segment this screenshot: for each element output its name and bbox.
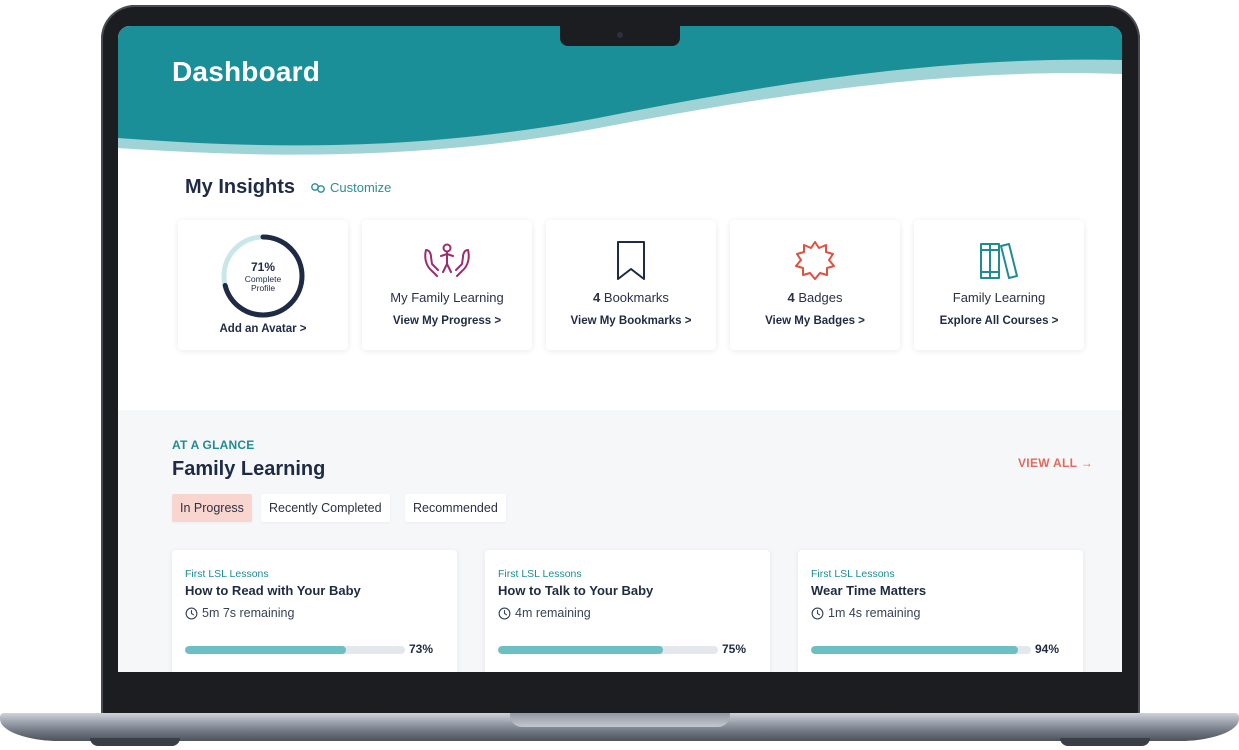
course-card[interactable]: First LSL Lessons How to Read with Your … xyxy=(172,550,457,672)
course-title: How to Talk to Your Baby xyxy=(498,583,654,598)
progress-bar xyxy=(811,646,1031,654)
family-learning-title: My Family Learning xyxy=(390,290,504,305)
books-icon xyxy=(914,240,1084,282)
course-card[interactable]: First LSL Lessons Wear Time Matters 1m 4… xyxy=(798,550,1083,672)
explore-courses-link[interactable]: Explore All Courses > xyxy=(914,315,1084,327)
course-remaining: 1m 4s remaining xyxy=(811,606,920,620)
progress-percent: 94% xyxy=(1035,642,1060,656)
progress-fill xyxy=(185,646,346,654)
courses-title: Family Learning xyxy=(952,290,1046,305)
course-kicker: First LSL Lessons xyxy=(811,568,895,580)
course-remaining: 5m 7s remaining xyxy=(185,606,294,620)
badges-count: 4 xyxy=(787,290,795,305)
profile-ring-text: 71% Complete Profile xyxy=(219,260,307,293)
progress-fill xyxy=(498,646,663,654)
clock-icon xyxy=(185,607,198,619)
badges-label: Badges xyxy=(798,290,843,305)
laptop-foot xyxy=(1060,738,1150,746)
profile-sub-label: Complete Profile xyxy=(244,274,282,293)
customize-label: Customize xyxy=(330,180,392,195)
section-title: Family Learning xyxy=(172,458,326,480)
bookmarks-count: 4 xyxy=(593,290,601,305)
bookmarks-label: Bookmarks xyxy=(603,290,669,305)
header-wave xyxy=(118,26,1122,155)
badge-icon xyxy=(730,240,900,282)
course-remaining: 4m remaining xyxy=(498,606,591,620)
at-a-glance-section: AT A GLANCE Family Learning VIEW ALL → I… xyxy=(118,410,1122,672)
tab-recently-completed[interactable]: Recently Completed xyxy=(261,494,390,522)
profile-percent: 71% xyxy=(250,260,276,274)
remaining-text: 1m 4s remaining xyxy=(828,606,921,620)
screen: Dashboard My Insights Customize 71% Comp… xyxy=(118,26,1122,672)
laptop-foot xyxy=(90,738,180,746)
courses-card[interactable]: Family Learning Explore All Courses > xyxy=(914,220,1084,350)
remaining-text: 4m remaining xyxy=(515,606,591,620)
view-all-link[interactable]: VIEW ALL → xyxy=(1018,456,1093,470)
remaining-text: 5m 7s remaining xyxy=(202,606,295,620)
clock-icon xyxy=(811,607,824,619)
tab-recommended[interactable]: Recommended xyxy=(405,494,506,522)
insights-title: My Insights xyxy=(185,176,296,198)
camera-notch xyxy=(560,26,680,46)
course-card[interactable]: First LSL Lessons How to Talk to Your Ba… xyxy=(485,550,770,672)
profile-card[interactable]: 71% Complete Profile Add an Avatar > xyxy=(178,220,348,350)
clock-icon xyxy=(498,607,511,619)
laptop-groove xyxy=(510,713,730,727)
course-title: Wear Time Matters xyxy=(811,583,927,598)
course-title: How to Read with Your Baby xyxy=(185,583,361,598)
bookmark-icon xyxy=(546,240,716,282)
progress-fill xyxy=(811,646,1018,654)
add-avatar-link[interactable]: Add an Avatar > xyxy=(178,323,348,335)
view-bookmarks-link[interactable]: View My Bookmarks > xyxy=(546,315,716,327)
badges-card[interactable]: 4 Badges View My Badges > xyxy=(730,220,900,350)
progress-bar xyxy=(185,646,405,654)
view-my-progress-link[interactable]: View My Progress > xyxy=(362,315,532,327)
tab-in-progress[interactable]: In Progress xyxy=(172,494,252,522)
page-title: Dashboard xyxy=(172,56,321,87)
bookmarks-title: 4 Bookmarks xyxy=(546,290,716,305)
progress-percent: 73% xyxy=(409,642,434,656)
family-hands-icon xyxy=(362,240,532,282)
family-learning-card[interactable]: My Family Learning View My Progress > xyxy=(362,220,532,350)
bookmarks-card[interactable]: 4 Bookmarks View My Bookmarks > xyxy=(546,220,716,350)
course-kicker: First LSL Lessons xyxy=(185,568,269,580)
customize-link[interactable]: Customize xyxy=(310,180,391,195)
view-badges-link[interactable]: View My Badges > xyxy=(730,315,900,327)
progress-bar xyxy=(498,646,718,654)
link-icon xyxy=(311,182,325,193)
course-kicker: First LSL Lessons xyxy=(498,568,582,580)
badges-title: 4 Badges xyxy=(730,290,900,305)
camera-icon xyxy=(617,32,623,38)
progress-percent: 75% xyxy=(722,642,747,656)
section-eyebrow: AT A GLANCE xyxy=(172,438,255,452)
